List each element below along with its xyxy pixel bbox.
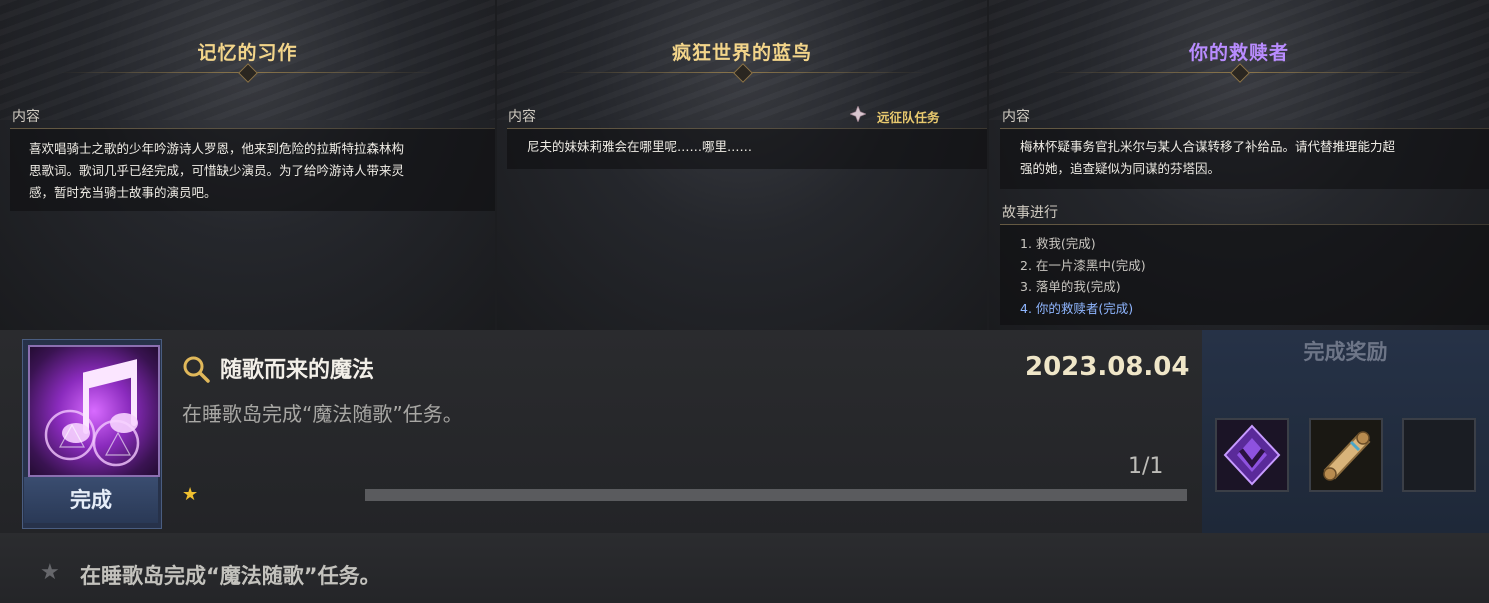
description-text: 喜欢唱骑士之歌的少年吟游诗人罗恩，他来到危险的拉斯特拉森林构 思歌词。歌词几乎已… (29, 138, 404, 204)
reward-slot-empty (1402, 418, 1476, 492)
title-ornament-icon (1230, 63, 1250, 83)
music-note-graphic (44, 359, 140, 467)
progress-item: 2. 在一片漆黑中(完成) (1020, 257, 1146, 273)
search-icon[interactable] (181, 354, 211, 384)
quest-progress-fill (365, 489, 1187, 501)
purple-crystal-icon (1217, 420, 1287, 490)
card-title: 疯狂世界的蓝鸟 (671, 42, 812, 64)
progress-item: 3. 落单的我(完成) (1020, 279, 1121, 294)
quest-objective: 在睡歌岛完成“魔法随歌”任务。 (182, 402, 463, 426)
progress-item-active: 4. 你的救赎者(完成) (1020, 300, 1134, 316)
quest-status-badge: 完成 (24, 477, 158, 523)
content-label: 内容 (1002, 109, 1030, 125)
progress-label: 故事进行 (1002, 205, 1058, 221)
quest-card-memory-study: 记忆的习作 内容 喜欢唱骑士之歌的少年吟游诗人罗恩，他来到危险的拉斯特拉森林构 … (0, 0, 495, 330)
description-line: 强的她，追查疑似为同谋的芬塔因。 (1020, 161, 1221, 176)
expedition-tag: 远征队任务 (877, 110, 940, 125)
reward-slot[interactable] (1215, 418, 1289, 492)
card-title: 你的救赎者 (1188, 42, 1289, 64)
star-outline-icon: ★ (40, 560, 60, 585)
description-line: 喜欢唱骑士之歌的少年吟游诗人罗恩，他来到危险的拉斯特拉森林构 (29, 141, 405, 156)
progress-list: 1. 救我(完成) 2. 在一片漆黑中(完成) 3. 落单的我(完成) 4. 你… (1020, 233, 1146, 319)
progress-item: 1. 救我(完成) (1020, 236, 1096, 251)
quest-progress-bar (365, 489, 1187, 501)
title-ornament-icon (733, 63, 753, 83)
description-line: 思歌词。歌词几乎已经完成，可惜缺少演员。为了给吟游诗人带来灵 (29, 163, 405, 178)
quest-date: 2023.08.04 (1025, 352, 1190, 382)
content-label: 内容 (508, 109, 536, 125)
description-line: 感，暂时充当骑士故事的演员吧。 (29, 185, 217, 200)
quest-title: 随歌而来的魔法 (220, 358, 375, 383)
description-line: 尼夫的妹妹莉雅会在哪里呢……哪里…… (527, 139, 753, 154)
expedition-icon (850, 106, 866, 122)
card-title: 记忆的习作 (197, 42, 298, 64)
description-line: 梅林怀疑事务官扎米尔与某人合谋转移了补给品。请代替推理能力超 (1020, 139, 1396, 154)
content-label: 内容 (12, 109, 40, 125)
quest-card-your-redeemer: 你的救赎者 内容 梅林怀疑事务官扎米尔与某人合谋转移了补给品。请代替推理能力超 … (989, 0, 1489, 330)
reward-slot[interactable] (1309, 418, 1383, 492)
title-ornament-icon (238, 63, 258, 83)
reward-title: 完成奖励 (1303, 340, 1388, 364)
description-text: 梅林怀疑事务官扎米尔与某人合谋转移了补给品。请代替推理能力超 强的她，追查疑似为… (1020, 136, 1395, 180)
description-text: 尼夫的妹妹莉雅会在哪里呢……哪里…… (527, 136, 752, 158)
quest-card-blue-bird: 疯狂世界的蓝鸟 内容 远征队任务 尼夫的妹妹莉雅会在哪里呢……哪里…… (497, 0, 987, 330)
scroll-icon (1311, 420, 1381, 490)
star-icon: ★ (182, 484, 199, 505)
footer-objective-text: 在睡歌岛完成“魔法随歌”任务。 (80, 564, 381, 588)
music-note-icon (28, 345, 160, 477)
quest-count: 1/1 (1128, 454, 1164, 479)
